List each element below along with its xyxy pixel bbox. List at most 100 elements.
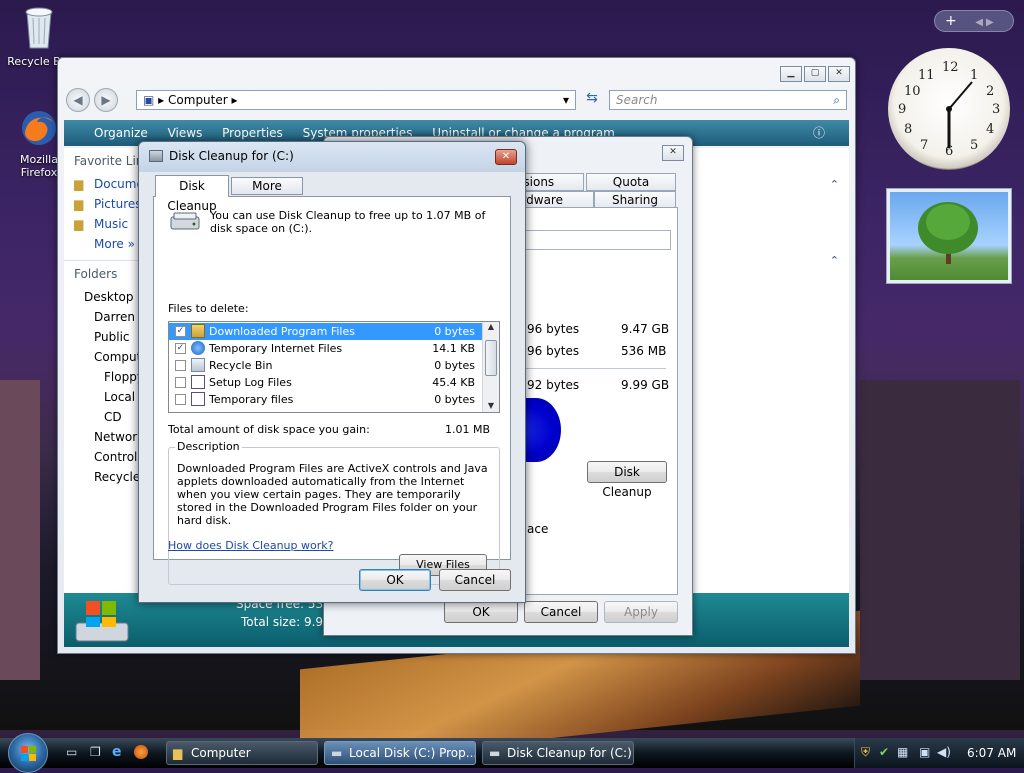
tree-item-floppy[interactable]: Floppy: [64, 367, 146, 387]
views-menu[interactable]: Views: [168, 126, 203, 140]
tree-item-network[interactable]: Network: [64, 427, 146, 447]
scroll-down-icon[interactable]: ▼: [483, 401, 499, 410]
volume-icon[interactable]: ◀): [937, 745, 951, 759]
ok-button[interactable]: OK: [444, 601, 518, 623]
sidebar-gadget-controls[interactable]: + ◀ ▶: [934, 10, 1014, 32]
item-name: Downloaded Program Files: [209, 325, 355, 338]
close-button[interactable]: ✕: [495, 149, 517, 165]
help-icon[interactable]: ⓘ: [813, 120, 825, 146]
clock-hands-icon: [946, 81, 973, 148]
item-size: 0 bytes: [434, 325, 475, 338]
tree-item-public[interactable]: Public: [64, 327, 146, 347]
checkbox[interactable]: [175, 360, 186, 371]
internet-explorer-icon[interactable]: e: [112, 744, 122, 760]
security-shield-icon[interactable]: ⛨: [861, 745, 870, 760]
log-file-icon: [191, 375, 205, 389]
checkbox[interactable]: [175, 394, 186, 405]
cancel-button[interactable]: Cancel: [439, 569, 511, 591]
firefox-icon[interactable]: [134, 745, 148, 759]
favorite-link-pictures[interactable]: ▆ Pictures: [64, 194, 146, 214]
used-bytes: 96 bytes: [527, 322, 580, 336]
used-size: 9.47 GB: [621, 322, 670, 336]
tree-item-desktop[interactable]: Desktop: [64, 287, 146, 307]
maximize-button[interactable]: ▢: [804, 66, 826, 82]
refresh-icon[interactable]: ⇆: [581, 90, 603, 110]
monitor-icon[interactable]: ▣: [919, 745, 930, 759]
close-button[interactable]: ✕: [828, 66, 850, 82]
tree-label: Darren: [94, 310, 135, 324]
item-name: Temporary Internet Files: [209, 342, 343, 355]
total-gain-value: 1.01 MB: [444, 423, 490, 436]
list-scrollbar[interactable]: ▲ ▼: [482, 322, 499, 412]
wallpaper-skyline: [860, 380, 1020, 680]
scroll-up-icon[interactable]: ▲: [483, 322, 499, 331]
taskbar-item-properties[interactable]: ▬ Local Disk (C:) Prop...: [324, 741, 476, 765]
taskbar-item-label: Computer: [191, 746, 251, 760]
close-button[interactable]: ✕: [662, 145, 684, 161]
link-label: Pictures: [94, 197, 142, 211]
free-bytes: 96 bytes: [527, 344, 580, 358]
address-dropdown-icon[interactable]: ▾: [563, 91, 569, 109]
item-size: 45.4 KB: [432, 376, 475, 389]
tree-item-local-disk[interactable]: Local Disk: [64, 387, 146, 407]
tab-disk-cleanup[interactable]: Disk Cleanup: [155, 175, 229, 213]
properties-button[interactable]: Properties: [222, 126, 283, 140]
list-item[interactable]: Recycle Bin 0 bytes: [169, 357, 483, 374]
favorite-link-music[interactable]: ▆ Music: [64, 214, 146, 234]
slideshow-gadget[interactable]: [886, 188, 1012, 284]
label-input[interactable]: [521, 230, 671, 250]
more-links[interactable]: More »: [64, 234, 146, 254]
system-tray: ⛨ ✔ ▦ ▣ ◀) 6:07 AM: [854, 738, 1024, 768]
start-button[interactable]: [8, 733, 48, 773]
minimize-button[interactable]: ▁: [780, 66, 802, 82]
free-size: 536 MB: [621, 344, 667, 358]
favorite-link-documents[interactable]: ▆ Documents: [64, 174, 162, 194]
tree-label: Network: [94, 430, 145, 444]
checkbox[interactable]: ✓: [175, 326, 186, 337]
tree-item-control-panel[interactable]: Control Panel: [64, 447, 146, 467]
checkbox[interactable]: ✓: [175, 343, 186, 354]
tab-more-options[interactable]: More Options: [231, 177, 303, 209]
tree-item-recycle-bin[interactable]: Recycle Bin: [64, 467, 146, 487]
tree-item-darren[interactable]: Darren: [64, 307, 146, 327]
search-input[interactable]: Search ⌕: [609, 90, 847, 110]
forward-button[interactable]: ▶: [94, 88, 118, 112]
dialog-title: Disk Cleanup for (C:): [169, 149, 294, 163]
safely-remove-icon[interactable]: ✔: [879, 745, 889, 759]
tree-item-cd[interactable]: CD: [64, 407, 146, 427]
network-icon[interactable]: ▦: [897, 745, 908, 759]
list-item[interactable]: Temporary files 0 bytes: [169, 391, 483, 408]
temp-file-icon: [191, 392, 205, 406]
item-name: Temporary files: [209, 393, 294, 406]
organize-menu[interactable]: Organize: [94, 126, 148, 140]
address-bar[interactable]: ▣ ▸ Computer ▸ ▾: [136, 90, 576, 110]
search-icon[interactable]: ⌕: [833, 91, 840, 109]
tab-quota[interactable]: Quota: [586, 173, 676, 191]
checkbox[interactable]: [175, 377, 186, 388]
help-link[interactable]: How does Disk Cleanup work?: [168, 539, 333, 552]
files-to-delete-list[interactable]: ✓ Downloaded Program Files 0 bytes ✓ Tem…: [168, 321, 500, 413]
cancel-button[interactable]: Cancel: [524, 601, 598, 623]
taskbar-item-disk-cleanup[interactable]: ▬ Disk Cleanup for (C:): [482, 741, 634, 765]
list-item[interactable]: ✓ Downloaded Program Files 0 bytes: [169, 323, 483, 340]
switch-windows-icon[interactable]: ❐: [90, 745, 101, 759]
back-button[interactable]: ◀: [66, 88, 90, 112]
collapse-chevron-icon[interactable]: ⌃: [830, 254, 839, 267]
ok-button[interactable]: OK: [359, 569, 431, 591]
taskbar-item-computer[interactable]: ▆ Computer: [166, 741, 318, 765]
item-size: 0 bytes: [434, 359, 475, 372]
list-item[interactable]: ✓ Temporary Internet Files 14.1 KB: [169, 340, 483, 357]
collapse-chevron-icon[interactable]: ⌃: [830, 178, 839, 191]
folders-header[interactable]: Folders: [64, 260, 146, 287]
show-desktop-icon[interactable]: ▭: [66, 745, 77, 759]
dialog-titlebar[interactable]: Disk Cleanup for (C:) ✕: [139, 142, 525, 172]
scroll-thumb[interactable]: [485, 340, 497, 376]
intro-text: You can use Disk Cleanup to free up to 1…: [210, 209, 486, 235]
link-label: Music: [94, 217, 129, 231]
list-item[interactable]: Setup Log Files 45.4 KB: [169, 374, 483, 391]
disk-cleanup-button[interactable]: Disk Cleanup: [587, 461, 667, 499]
taskbar-clock[interactable]: 6:07 AM: [967, 746, 1016, 760]
apply-button[interactable]: Apply: [604, 601, 678, 623]
disk-cleanup-icon: ▬: [489, 746, 501, 760]
tree-item-computer[interactable]: Computer: [64, 347, 146, 367]
